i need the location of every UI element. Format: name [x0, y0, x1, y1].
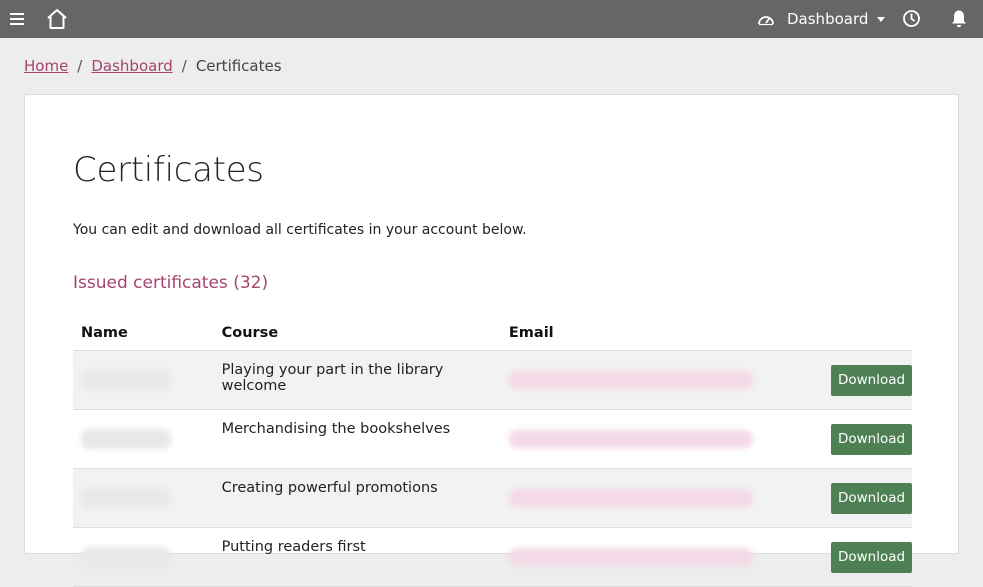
name-cell — [73, 468, 214, 528]
redacted-name — [81, 370, 171, 390]
download-button[interactable]: Download — [831, 423, 912, 455]
course-cell: Putting readers first — [213, 527, 501, 587]
home-icon[interactable] — [46, 8, 68, 30]
redacted-name — [81, 429, 171, 449]
breadcrumb-dashboard-link[interactable]: Dashboard — [91, 57, 172, 75]
dashboard-menu-label: Dashboard — [787, 10, 869, 28]
download-button[interactable]: Download — [831, 364, 912, 396]
table-row: Playing your part in the library welcome… — [73, 350, 912, 410]
certificates-table: Name Course Email Playing your part in t… — [73, 315, 912, 587]
redacted-email — [508, 371, 753, 389]
redacted-email — [508, 548, 753, 566]
top-navbar: Dashboard — [0, 0, 983, 38]
course-cell: Playing your part in the library welcome — [213, 350, 501, 410]
email-cell — [500, 468, 805, 528]
hamburger-icon[interactable] — [10, 12, 24, 26]
action-cell: Download — [805, 527, 912, 587]
breadcrumb-separator: / — [77, 57, 83, 75]
speedometer-icon — [758, 16, 774, 26]
dashboard-menu[interactable]: Dashboard — [757, 8, 886, 30]
download-button[interactable]: Download — [831, 482, 912, 514]
certificates-card: Certificates You can edit and download a… — [24, 94, 959, 587]
name-cell — [73, 350, 214, 410]
breadcrumb: Home / Dashboard / Certificates — [24, 57, 282, 75]
table-row: Putting readers first Download — [73, 527, 912, 587]
clock-icon[interactable] — [902, 9, 921, 28]
course-cell: Creating powerful promotions — [213, 468, 501, 528]
table-header-row: Name Course Email — [73, 315, 912, 351]
column-header-course: Course — [213, 315, 501, 351]
intro-text: You can edit and download all certificat… — [73, 222, 527, 238]
email-cell — [500, 527, 805, 587]
course-cell: Merchandising the bookshelves — [213, 409, 501, 469]
breadcrumb-current: Certificates — [195, 57, 282, 75]
redacted-email — [508, 430, 753, 448]
name-cell — [73, 527, 214, 587]
breadcrumb-home-link[interactable]: Home — [24, 57, 68, 75]
column-header-name: Name — [73, 315, 214, 351]
download-button[interactable]: Download — [831, 541, 912, 573]
issued-certificates-heading: Issued certificates (32) — [73, 273, 269, 293]
page-title: Certificates — [73, 150, 264, 190]
column-header-email: Email — [500, 315, 805, 351]
caret-down-icon — [877, 16, 886, 22]
action-cell: Download — [805, 409, 912, 469]
action-cell: Download — [805, 350, 912, 410]
redacted-email — [508, 489, 753, 507]
column-header-actions — [805, 315, 912, 351]
breadcrumb-separator: / — [181, 57, 187, 75]
table-row: Merchandising the bookshelves Download — [73, 409, 912, 469]
email-cell — [500, 409, 805, 469]
bell-icon[interactable] — [950, 9, 968, 28]
redacted-name — [81, 488, 171, 508]
email-cell — [500, 350, 805, 410]
name-cell — [73, 409, 214, 469]
table-row: Creating powerful promotions Download — [73, 468, 912, 528]
action-cell: Download — [805, 468, 912, 528]
redacted-name — [81, 547, 171, 567]
